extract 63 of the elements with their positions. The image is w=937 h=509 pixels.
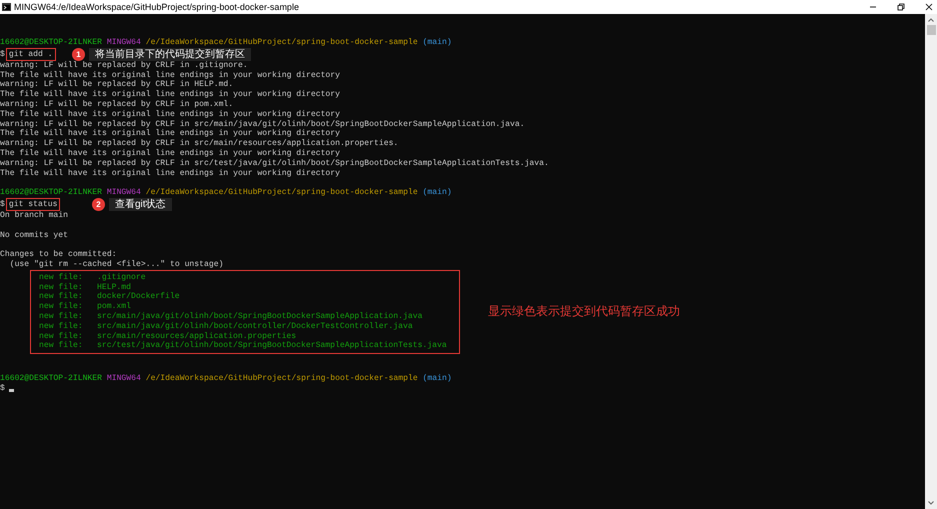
annotation-text: 显示绿色表示提交到代码暂存区成功 — [488, 304, 680, 318]
output-line: warning: LF will be replaced by CRLF in src/main/java/git/olinh/boot/SpringBootDockerSampleApplication.java. — [0, 120, 525, 129]
prompt-branch: (main) — [422, 374, 452, 383]
callout-label: 查看git状态 — [109, 198, 172, 211]
output-line: The file will have its original line endings in your working directory — [0, 148, 340, 159]
text-cursor — [8, 389, 14, 392]
output-line: Changes to be committed: — [0, 250, 117, 260]
output-line: The file will have its original line endings in your working directory — [0, 70, 340, 80]
file-status: new file: — [39, 292, 84, 302]
output-line: warning: LF will be replaced by CRLF in src/main/resources/application.properties. — [0, 139, 398, 149]
prompt-system: MINGW64 — [106, 38, 141, 47]
output-line: The file will have its original line endings in your working directory — [0, 90, 340, 100]
file-status: new file: — [39, 302, 84, 312]
scroll-down-icon[interactable] — [927, 499, 935, 507]
prompt-user: 16602@DESKTOP-2ILNKER — [0, 374, 102, 383]
file-status: new file: — [39, 322, 84, 332]
prompt-path: /e/IdeaWorkspace/GitHubProject/spring-boot-docker-sample — [146, 188, 418, 198]
close-icon[interactable] — [925, 3, 933, 11]
restore-icon[interactable] — [897, 3, 905, 11]
prompt-system: MINGW64 — [106, 374, 141, 383]
terminal-icon — [2, 3, 11, 11]
prompt-system: MINGW64 — [106, 188, 141, 198]
file-status: new file: — [39, 341, 84, 352]
callout-label: 将当前目录下的代码提交到暂存区 — [89, 48, 251, 61]
prompt-symbol: $ — [0, 384, 5, 394]
file-path: docker/Dockerfile — [97, 292, 180, 302]
output-line: warning: LF will be replaced by CRLF in src/test/java/git/olinh/boot/SpringBootDockerSampleApplicationTests.java. — [0, 158, 549, 169]
output-line: warning: LF will be replaced by CRLF in .gitignore. — [0, 60, 248, 71]
output-line: warning: LF will be replaced by CRLF in HELP.md. — [0, 80, 234, 90]
command-text: git status — [6, 198, 60, 211]
file-status: new file: — [39, 312, 84, 322]
output-line: The file will have its original line endings in your working directory — [0, 129, 340, 139]
file-status: new file: — [39, 282, 84, 292]
file-path: src/main/java/git/olinh/boot/controller/DockerTestController.java — [97, 322, 413, 332]
scrollbar[interactable] — [925, 14, 937, 509]
file-path: HELP.md — [97, 282, 131, 292]
file-path: src/main/resources/application.properties — [97, 332, 296, 341]
scroll-up-icon[interactable] — [927, 16, 935, 24]
output-line: On branch main — [0, 210, 68, 221]
prompt-user: 16602@DESKTOP-2ILNKER — [0, 188, 102, 198]
scroll-thumb[interactable] — [926, 25, 936, 35]
file-path: src/main/java/git/olinh/boot/SpringBootDockerSampleApplication.java — [97, 312, 422, 322]
file-status: new file: — [39, 332, 84, 341]
output-line: The file will have its original line endings in your working directory — [0, 168, 340, 178]
file-path: .gitignore — [97, 272, 146, 283]
output-line: warning: LF will be replaced by CRLF in pom.xml. — [0, 100, 234, 110]
file-path: src/test/java/git/olinh/boot/SpringBootDockerSampleApplicationTests.java — [97, 341, 447, 352]
prompt-branch: (main) — [422, 38, 452, 47]
prompt-path: /e/IdeaWorkspace/GitHubProject/spring-boot-docker-sample — [146, 374, 418, 383]
step-number-badge: 1 — [72, 48, 85, 61]
output-line: (use "git rm --cached <file>..." to unstage) — [8, 260, 224, 270]
file-status: new file: — [39, 272, 84, 283]
prompt-symbol: $ — [0, 198, 5, 210]
output-line: No commits yet — [0, 230, 68, 240]
prompt-user: 16602@DESKTOP-2ILNKER — [0, 38, 102, 47]
window-title: MINGW64:/e/IdeaWorkspace/GitHubProject/spring-boot-docker-sample — [14, 1, 299, 13]
step-number-badge: 2 — [92, 198, 105, 211]
file-path: pom.xml — [97, 302, 131, 312]
prompt-path: /e/IdeaWorkspace/GitHubProject/spring-boot-docker-sample — [146, 38, 418, 47]
output-line: The file will have its original line endings in your working directory — [0, 110, 340, 120]
prompt-symbol: $ — [0, 48, 5, 60]
prompt-branch: (main) — [422, 188, 452, 198]
command-text: git add . — [6, 48, 56, 61]
